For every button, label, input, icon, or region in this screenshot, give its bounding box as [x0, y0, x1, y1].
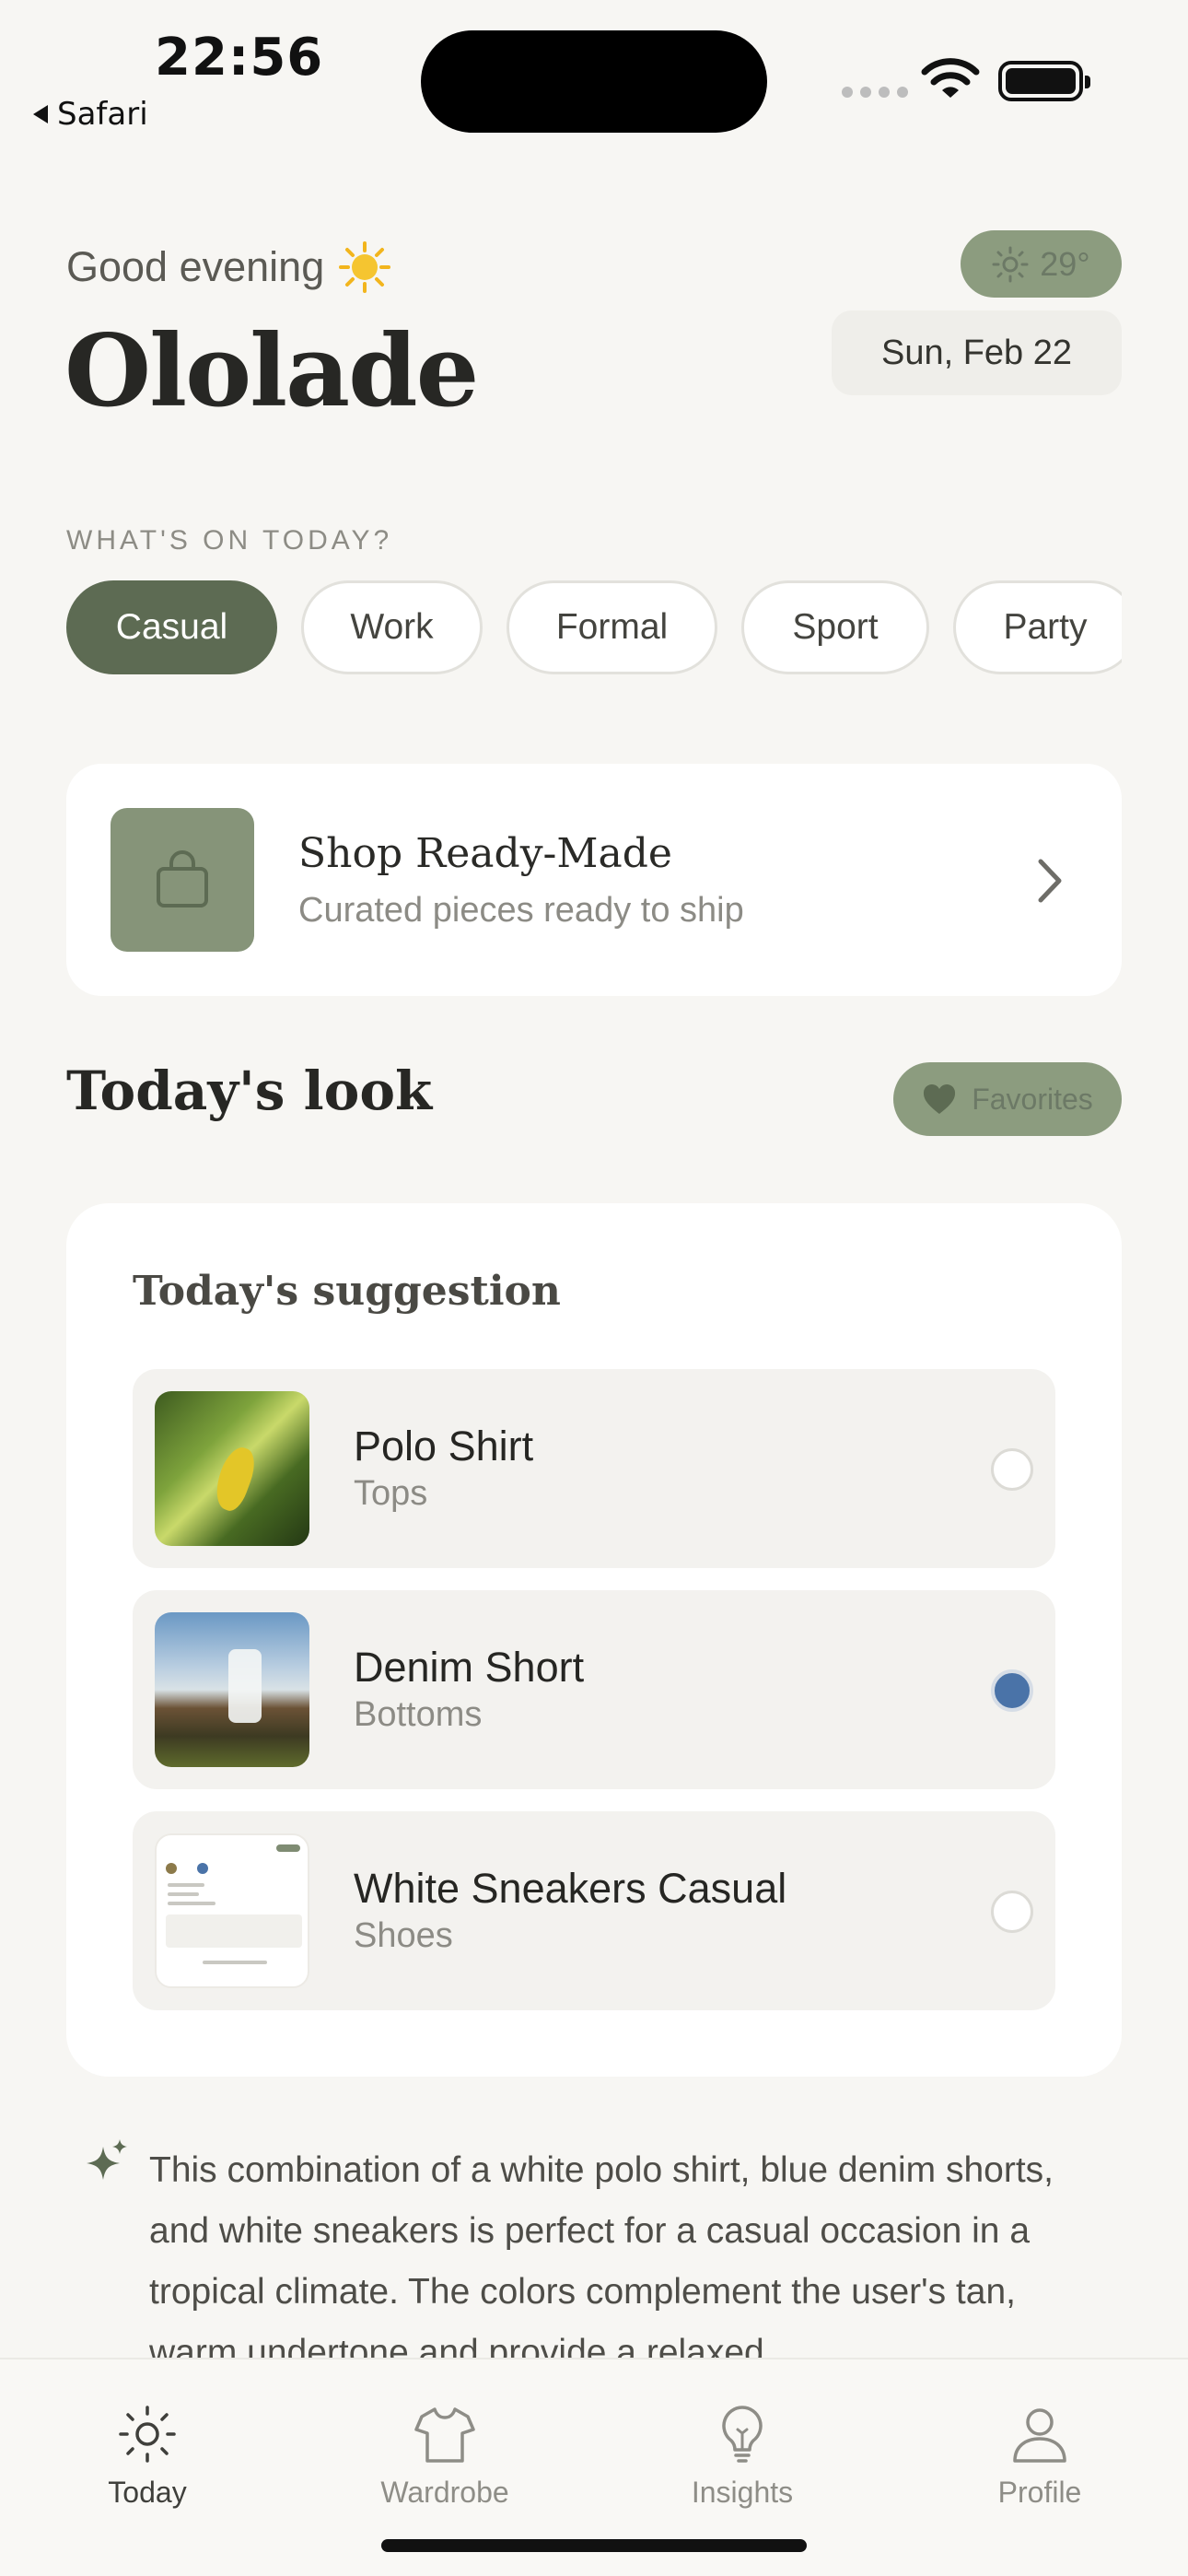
item-category: Tops — [354, 1474, 428, 1513]
favorites-button[interactable]: Favorites — [893, 1062, 1122, 1136]
tshirt-icon — [414, 2407, 475, 2463]
shop-thumbnail — [111, 808, 254, 952]
greeting: Good evening — [66, 241, 391, 293]
occasion-label: WHAT'S ON TODAY? — [66, 525, 393, 556]
weather-badge[interactable]: 29° — [961, 230, 1122, 298]
chip-party[interactable]: Party — [953, 580, 1122, 674]
item-name: Polo Shirt — [354, 1423, 534, 1469]
suggestion-card: Today's suggestion Polo Shirt Tops Denim… — [66, 1203, 1122, 2077]
sun-icon — [119, 2406, 176, 2463]
outfit-item[interactable]: Polo Shirt Tops — [133, 1369, 1055, 1568]
shop-title: Shop Ready-Made — [298, 830, 672, 877]
status-time: 22:56 — [155, 28, 324, 88]
greeting-text: Good evening — [66, 243, 325, 290]
tab-label: Wardrobe — [380, 2476, 509, 2509]
back-to-safari-button[interactable]: Safari — [33, 96, 148, 133]
dynamic-island — [421, 30, 767, 133]
shop-subtitle: Curated pieces ready to ship — [298, 891, 744, 930]
tab-wardrobe[interactable]: Wardrobe — [353, 2402, 537, 2510]
item-image — [155, 1833, 309, 1988]
item-category: Shoes — [354, 1916, 453, 1955]
home-indicator[interactable] — [381, 2539, 807, 2552]
tab-insights[interactable]: Insights — [650, 2402, 834, 2510]
item-select-radio[interactable] — [991, 1669, 1033, 1712]
chip-work[interactable]: Work — [301, 580, 483, 674]
item-select-radio[interactable] — [991, 1448, 1033, 1491]
lightbulb-icon — [722, 2406, 763, 2463]
section-title: Today's look — [66, 1060, 433, 1122]
item-name: White Sneakers Casual — [354, 1865, 787, 1912]
sun-emoji-icon — [339, 241, 391, 293]
chip-sport[interactable]: Sport — [741, 580, 929, 674]
tab-label: Profile — [997, 2476, 1082, 2509]
occasion-chips: Casual Work Formal Sport Party — [66, 580, 1122, 676]
tab-today[interactable]: Today — [55, 2402, 239, 2510]
chip-casual[interactable]: Casual — [66, 580, 277, 674]
shopping-bag-icon — [157, 850, 208, 907]
today-screen: 22:56 Safari Good evening Ololade 29° Su… — [0, 0, 1188, 2576]
date-chip: Sun, Feb 22 — [832, 310, 1122, 395]
outfit-item[interactable]: White Sneakers Casual Shoes — [133, 1811, 1055, 2010]
item-category: Bottoms — [354, 1695, 483, 1734]
cellular-signal-icon — [842, 87, 908, 98]
sparkle-icon — [87, 2139, 127, 2180]
item-image — [155, 1612, 309, 1767]
item-name: Denim Short — [354, 1644, 585, 1691]
user-name: Ololade — [64, 313, 479, 429]
temperature: 29° — [1040, 244, 1090, 283]
suggestion-title: Today's suggestion — [133, 1268, 561, 1315]
shop-ready-made-card[interactable]: Shop Ready-Made Curated pieces ready to … — [66, 764, 1122, 996]
item-image — [155, 1391, 309, 1546]
back-arrow-icon — [33, 105, 48, 123]
person-icon — [1013, 2408, 1066, 2463]
chip-formal[interactable]: Formal — [507, 580, 717, 674]
back-app-label: Safari — [57, 96, 148, 133]
favorites-label: Favorites — [972, 1082, 1093, 1116]
sun-icon — [992, 246, 1029, 282]
battery-icon — [998, 61, 1090, 101]
heart-icon — [924, 1084, 956, 1114]
tab-label: Insights — [691, 2476, 794, 2509]
outfit-item[interactable]: Denim Short Bottoms — [133, 1590, 1055, 1789]
item-select-radio[interactable] — [991, 1891, 1033, 1933]
chevron-right-icon — [1038, 859, 1062, 903]
tab-label: Today — [108, 2476, 187, 2509]
tab-profile[interactable]: Profile — [948, 2402, 1132, 2510]
wifi-icon — [921, 58, 980, 98]
outfit-description: This combination of a white polo shirt, … — [149, 2150, 1054, 2372]
